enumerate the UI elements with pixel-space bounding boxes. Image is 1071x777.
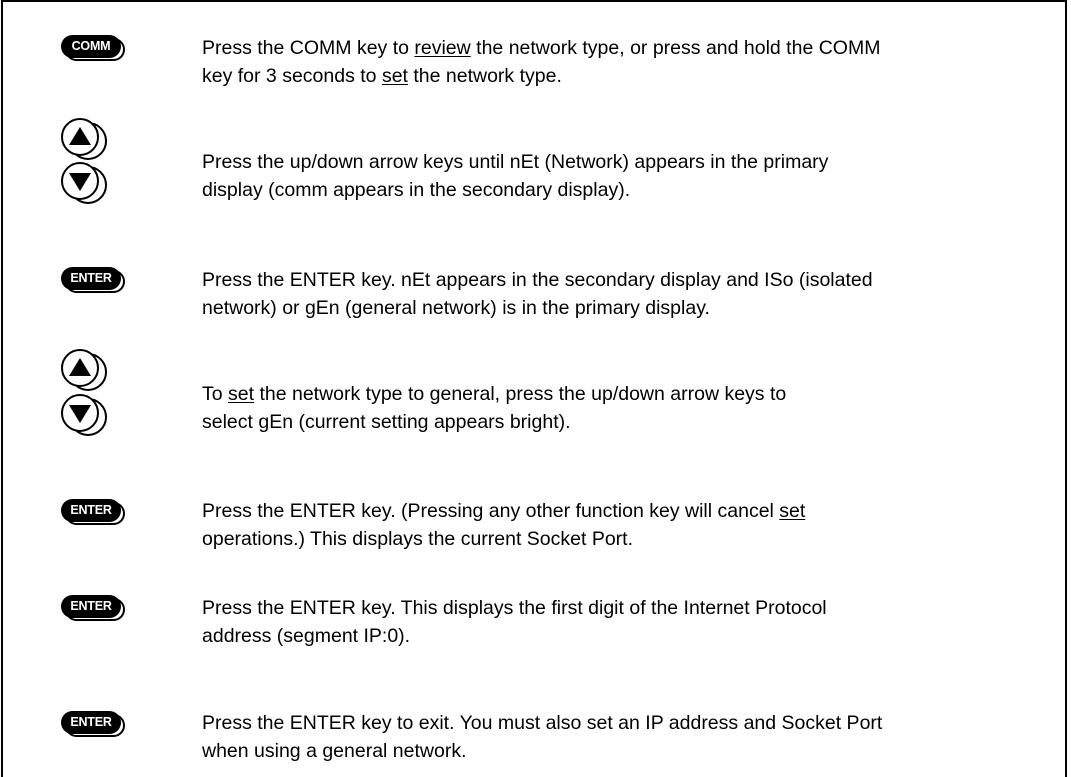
up-arrow-key-icon <box>61 349 117 391</box>
step-1-text: Press the COMM key to review the network… <box>202 34 1052 90</box>
enter-key-icon: ENTER <box>61 499 127 526</box>
comm-key-label: COMM <box>61 35 121 58</box>
down-arrow-key-icon <box>61 394 117 436</box>
step-3-line-2: network) or gEn (general network) is in … <box>202 297 710 319</box>
instruction-panel: COMM Press the COMM key to review the ne… <box>1 0 1067 777</box>
step-1-line-2: key for 3 seconds to set the network typ… <box>202 65 562 87</box>
down-arrow-key-icon <box>61 162 117 204</box>
enter-key-icon: ENTER <box>61 595 127 622</box>
enter-key-label: ENTER <box>61 267 121 290</box>
step-7-text: Press the ENTER key to exit. You must al… <box>202 709 1052 765</box>
step-4-text: To set the network type to general, pres… <box>202 380 1052 436</box>
comm-key-icon: COMM <box>61 35 127 62</box>
step-7-line-1: Press the ENTER key to exit. You must al… <box>202 712 883 734</box>
up-arrow-key-icon <box>61 118 117 160</box>
step-1-line-1: Press the COMM key to review the network… <box>202 37 881 59</box>
step-4-line-1: To set the network type to general, pres… <box>202 383 787 405</box>
enter-key-icon: ENTER <box>61 267 127 294</box>
step-5-text: Press the ENTER key. (Pressing any other… <box>202 497 1052 553</box>
step-2-line-2: display (comm appears in the secondary d… <box>202 179 631 201</box>
step-6-line-2: address (segment IP:0). <box>202 625 411 647</box>
step-5-line-1: Press the ENTER key. (Pressing any other… <box>202 500 806 522</box>
enter-key-icon: ENTER <box>61 711 127 738</box>
step-3-text: Press the ENTER key. nEt appears in the … <box>202 266 1052 322</box>
step-3-line-1: Press the ENTER key. nEt appears in the … <box>202 269 873 291</box>
step-2-line-1: Press the up/down arrow keys until nEt (… <box>202 151 829 173</box>
step-4-line-2: select gEn (current setting appears brig… <box>202 411 571 433</box>
step-7-line-2: when using a general network. <box>202 740 467 762</box>
enter-key-label: ENTER <box>61 711 121 734</box>
step-2-text: Press the up/down arrow keys until nEt (… <box>202 148 1052 204</box>
step-5-line-2: operations.) This displays the current S… <box>202 528 634 550</box>
enter-key-label: ENTER <box>61 499 121 522</box>
step-6-line-1: Press the ENTER key. This displays the f… <box>202 597 827 619</box>
step-6-text: Press the ENTER key. This displays the f… <box>202 594 1052 650</box>
enter-key-label: ENTER <box>61 595 121 618</box>
